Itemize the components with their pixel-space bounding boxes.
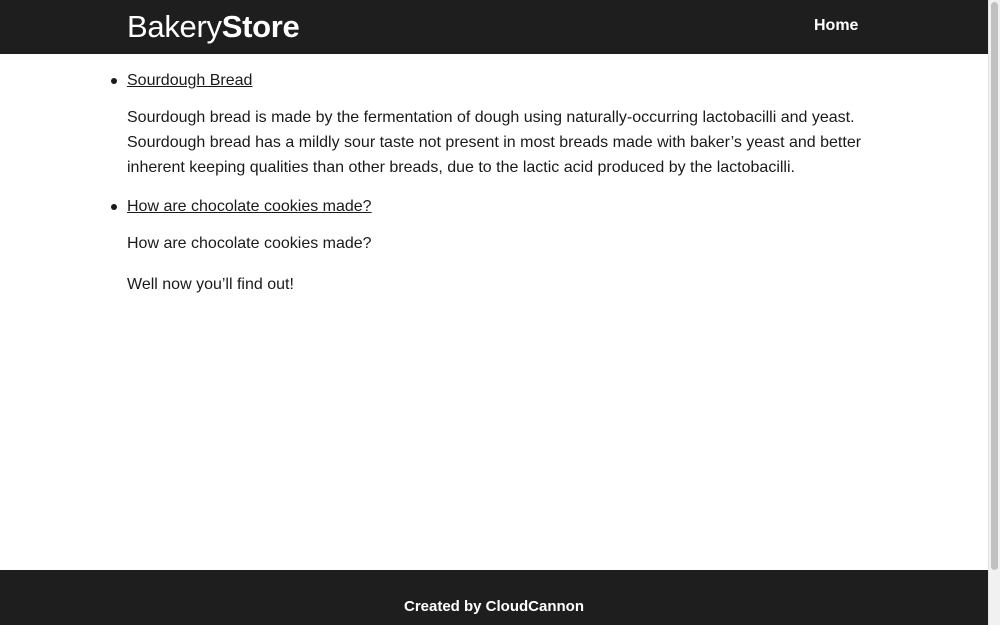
post-excerpt: Well now you’ll find out!: [127, 276, 294, 293]
bullet-icon: [111, 204, 117, 210]
logo-text-bold: Store: [221, 9, 300, 44]
site-header: BakeryStore Home: [0, 0, 988, 54]
bullet-icon: [111, 78, 117, 84]
nav-home-link[interactable]: Home: [814, 16, 858, 36]
post-excerpt: How are chocolate cookies made?: [127, 235, 372, 252]
footer-credit: Created by CloudCannon: [403, 598, 584, 615]
scrollbar-thumb[interactable]: [991, 2, 998, 570]
logo-text-light: Bakery: [127, 9, 222, 44]
post-title-link[interactable]: Sourdough Bread: [127, 71, 252, 91]
site-footer: Created by CloudCannon: [0, 570, 988, 625]
post-title-link[interactable]: How are chocolate cookies made?: [127, 197, 372, 217]
page: BakeryStore Home Sourdough Bread Sourdou…: [0, 0, 988, 625]
vertical-scrollbar[interactable]: [988, 0, 1000, 625]
post-excerpt: Sourdough bread is made by the fermentat…: [127, 109, 862, 176]
site-logo-link[interactable]: BakeryStore: [127, 9, 300, 45]
main-content: Sourdough Bread Sourdough bread is made …: [0, 54, 988, 570]
